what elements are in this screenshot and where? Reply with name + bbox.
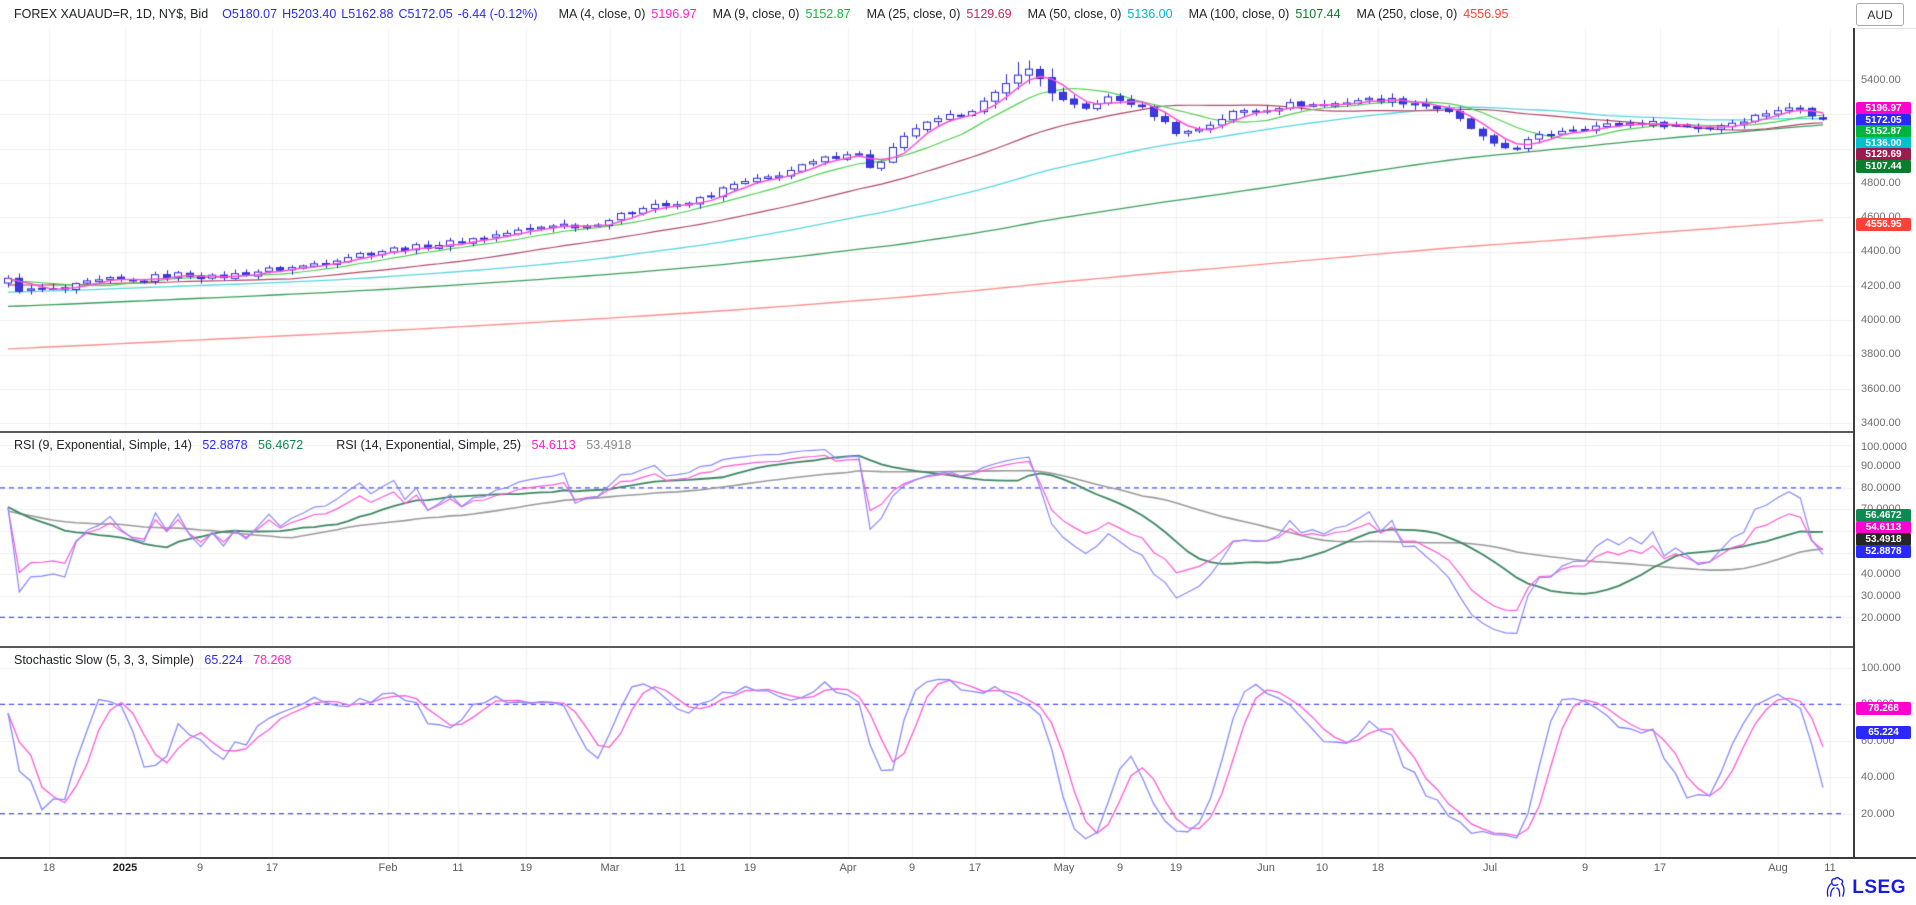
x-axis-label: Jul xyxy=(1483,862,1497,874)
axis-tick: 20.000 xyxy=(1861,808,1895,820)
x-axis-label: 17 xyxy=(969,862,981,874)
price-badge: 5107.44 xyxy=(1856,160,1911,173)
lseg-wordmark: LSEG xyxy=(1852,877,1906,899)
stochastic-pane-legend[interactable]: Stochastic Slow (5, 3, 3, Simple) 65.224… xyxy=(14,653,291,667)
ohlc-close: C5172.05 xyxy=(398,7,452,21)
axis-tick: 40.000 xyxy=(1861,771,1895,783)
axis-tick: 90.0000 xyxy=(1861,460,1901,472)
axis-tick: 3800.00 xyxy=(1861,348,1901,360)
ma4-label: MA (4, close, 0) xyxy=(559,7,646,21)
price-badge: 4556.95 xyxy=(1856,218,1911,231)
rsi2-label: RSI (14, Exponential, Simple, 25) xyxy=(336,438,521,452)
axis-tick: 3600.00 xyxy=(1861,383,1901,395)
price-badge: 52.8878 xyxy=(1856,545,1911,558)
price-axis-line xyxy=(1853,0,1855,859)
rsi1-value: 52.8878 xyxy=(202,438,247,452)
ohlc-open: O5180.07 xyxy=(222,7,277,21)
x-axis-label: 9 xyxy=(909,862,915,874)
x-axis-label: 9 xyxy=(197,862,203,874)
lseg-logo: LSEG xyxy=(1823,876,1906,899)
x-axis-label: 19 xyxy=(1170,862,1182,874)
axis-tick: 4200.00 xyxy=(1861,280,1901,292)
price-badge: 78.268 xyxy=(1856,702,1911,715)
instrument-title: FOREX XAUAUD=R, 1D, NY$, Bid xyxy=(14,7,208,21)
axis-tick: 100.000 xyxy=(1861,662,1901,674)
ma100-label: MA (100, close, 0) xyxy=(1189,7,1290,21)
x-axis-label: 10 xyxy=(1316,862,1328,874)
price-badge: 54.6113 xyxy=(1856,521,1911,534)
x-axis-label: 11 xyxy=(452,862,463,874)
x-axis-label: 11 xyxy=(1824,862,1835,874)
stoch-d-value: 78.268 xyxy=(253,653,291,667)
axis-tick: 4400.00 xyxy=(1861,245,1901,257)
rsi2-avg-value: 53.4918 xyxy=(586,438,631,452)
ma50-value: 5136.00 xyxy=(1127,7,1172,21)
ma25-label: MA (25, close, 0) xyxy=(867,7,961,21)
price-badge: 65.224 xyxy=(1856,726,1911,739)
rsi1-label: RSI (9, Exponential, Simple, 14) xyxy=(14,438,192,452)
axis-tick: 4000.00 xyxy=(1861,314,1901,326)
pane-divider-rsi-stoch[interactable] xyxy=(0,646,1854,648)
axis-tick: 40.0000 xyxy=(1861,568,1901,580)
ma9-label: MA (9, close, 0) xyxy=(713,7,800,21)
price-badge: 5152.87 xyxy=(1856,125,1911,138)
x-axis-label: 11 xyxy=(674,862,685,874)
currency-selector-button[interactable]: AUD xyxy=(1856,3,1904,26)
price-badge: 53.4918 xyxy=(1856,533,1911,546)
price-badge: 5196.97 xyxy=(1856,102,1911,115)
ohlc-change: -6.44 (-0.12%) xyxy=(458,7,538,21)
axis-tick: 100.0000 xyxy=(1861,441,1907,453)
ma4-value: 5196.97 xyxy=(651,7,696,21)
ohlc-high: H5203.40 xyxy=(282,7,336,21)
lseg-lion-icon xyxy=(1823,876,1847,899)
x-axis-label: 9 xyxy=(1117,862,1123,874)
chart-header-legend[interactable]: FOREX XAUAUD=R, 1D, NY$, Bid O5180.07 H5… xyxy=(0,0,1916,28)
x-axis-label: Jun xyxy=(1257,862,1275,874)
x-axis-label: Mar xyxy=(601,862,620,874)
x-axis-label: 9 xyxy=(1582,862,1588,874)
axis-tick: 30.0000 xyxy=(1861,590,1901,602)
x-axis-label: 17 xyxy=(266,862,278,874)
pane-divider-main-rsi[interactable] xyxy=(0,431,1854,433)
x-axis-label: Aug xyxy=(1768,862,1788,874)
x-axis-label: 2025 xyxy=(113,862,137,874)
axis-tick: 20.0000 xyxy=(1861,612,1901,624)
price-badge: 5129.69 xyxy=(1856,148,1911,161)
price-badge: 56.4672 xyxy=(1856,509,1911,522)
rsi1-avg-value: 56.4672 xyxy=(258,438,303,452)
axis-tick: 3400.00 xyxy=(1861,417,1901,429)
ohlc-low: L5162.88 xyxy=(341,7,393,21)
stoch-k-value: 65.224 xyxy=(204,653,242,667)
x-axis-label: 19 xyxy=(744,862,756,874)
ma50-label: MA (50, close, 0) xyxy=(1028,7,1122,21)
x-axis-label: 18 xyxy=(43,862,55,874)
x-axis-label: 18 xyxy=(1372,862,1384,874)
axis-tick: 5400.00 xyxy=(1861,74,1901,86)
x-axis-label: Feb xyxy=(379,862,398,874)
ma250-label: MA (250, close, 0) xyxy=(1357,7,1458,21)
time-axis-line xyxy=(0,857,1916,859)
rsi-pane-legend[interactable]: RSI (9, Exponential, Simple, 14) 52.8878… xyxy=(14,438,631,452)
ma9-value: 5152.87 xyxy=(805,7,850,21)
ma25-value: 5129.69 xyxy=(966,7,1011,21)
stoch-label: Stochastic Slow (5, 3, 3, Simple) xyxy=(14,653,194,667)
ma100-value: 5107.44 xyxy=(1295,7,1340,21)
x-axis-label: Apr xyxy=(839,862,856,874)
x-axis-label: 17 xyxy=(1654,862,1666,874)
axis-tick: 4800.00 xyxy=(1861,177,1901,189)
x-axis-label: 19 xyxy=(520,862,532,874)
x-axis-label: May xyxy=(1054,862,1075,874)
ma250-value: 4556.95 xyxy=(1463,7,1508,21)
chart-application-window: FOREX XAUAUD=R, 1D, NY$, Bid O5180.07 H5… xyxy=(0,0,1916,905)
axis-tick: 80.0000 xyxy=(1861,482,1901,494)
rsi2-value: 54.6113 xyxy=(532,438,576,452)
